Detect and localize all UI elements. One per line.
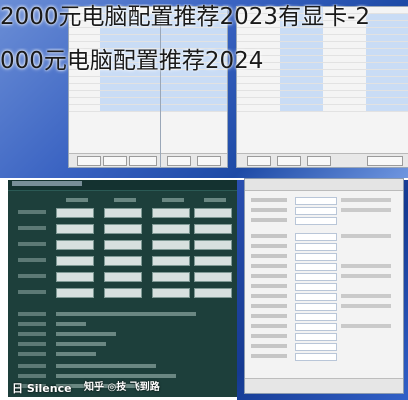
tab-bar[interactable]	[245, 179, 403, 191]
cache-result-row	[18, 272, 232, 282]
window-footer	[69, 153, 161, 167]
watermark-left: 日 Silence	[12, 382, 72, 395]
memory-result-row	[18, 224, 232, 234]
footer-button[interactable]	[129, 156, 157, 166]
memory-result-row	[18, 240, 232, 250]
window-footer	[237, 153, 408, 167]
watermark-right: 知乎 ◎技 飞到路	[84, 382, 160, 393]
info-row	[18, 320, 227, 329]
memory-result-row	[18, 208, 232, 218]
info-row	[18, 340, 227, 349]
cache-result-row	[18, 288, 232, 298]
cpuz-mainboard-window	[244, 178, 404, 394]
cpuz-window-right	[236, 6, 408, 168]
footer-button[interactable]	[367, 156, 403, 166]
footer-button[interactable]	[77, 156, 101, 166]
window-footer	[245, 378, 403, 393]
info-row	[18, 330, 227, 339]
article-title-line-2: 000元电脑配置推荐2024	[0, 48, 264, 74]
footer-button[interactable]	[197, 156, 221, 166]
footer-button[interactable]	[103, 156, 127, 166]
window-titlebar	[8, 180, 237, 191]
cpuz-window-left	[68, 6, 162, 168]
footer-button[interactable]	[167, 156, 191, 166]
article-title-line-1: 2000元电脑配置推荐2023有显卡-2	[0, 4, 370, 30]
info-row	[18, 310, 227, 319]
cpuz-window-middle	[160, 6, 228, 168]
column-header-row	[18, 196, 227, 205]
footer-button[interactable]	[277, 156, 301, 166]
cache-result-row	[18, 256, 232, 266]
info-row	[18, 362, 227, 371]
footer-button[interactable]	[307, 156, 331, 166]
aida64-benchmark-window	[8, 180, 237, 397]
footer-button[interactable]	[247, 156, 271, 166]
info-row	[18, 350, 227, 359]
window-footer	[161, 153, 227, 167]
